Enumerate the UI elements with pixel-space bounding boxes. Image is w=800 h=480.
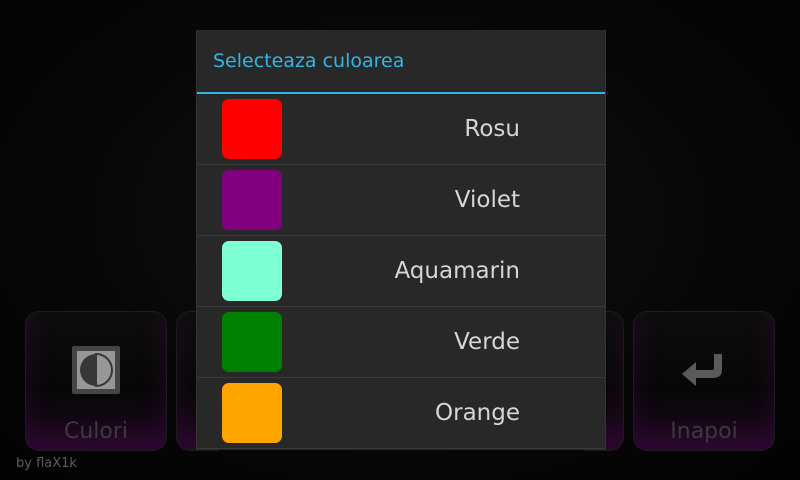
color-select-dialog: Selecteaza culoarea Rosu Violet Aquamari… (196, 30, 606, 450)
dialog-title: Selecteaza culoarea (213, 50, 405, 72)
color-name: Orange (435, 400, 520, 426)
color-swatch (222, 383, 282, 443)
dialog-header: Selecteaza culoarea (197, 30, 605, 94)
color-swatch (222, 99, 282, 159)
color-name: Aquamarin (394, 258, 520, 284)
color-swatch (222, 241, 282, 301)
color-name: Violet (454, 187, 520, 213)
color-name: Rosu (464, 116, 520, 142)
color-item-aquamarin[interactable]: Aquamarin (197, 236, 605, 307)
color-name: Verde (454, 329, 520, 355)
color-item-violet[interactable]: Violet (197, 165, 605, 236)
color-list: Rosu Violet Aquamarin Verde Orange (197, 94, 605, 449)
color-swatch (222, 312, 282, 372)
color-item-rosu[interactable]: Rosu (197, 94, 605, 165)
color-item-orange[interactable]: Orange (197, 378, 605, 449)
color-swatch (222, 170, 282, 230)
color-item-verde[interactable]: Verde (197, 307, 605, 378)
